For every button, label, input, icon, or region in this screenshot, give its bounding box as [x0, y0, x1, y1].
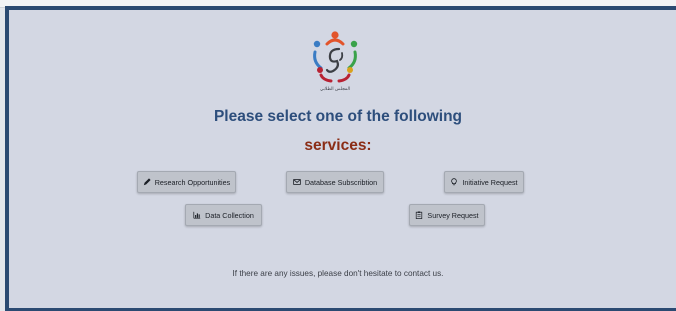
logo-caption: المجلس الطلابي: [320, 87, 350, 92]
envelope-icon: [293, 179, 301, 185]
survey-request-button[interactable]: Survey Request: [409, 204, 485, 226]
data-collection-label: Data Collection: [205, 210, 254, 220]
contact-notice: If there are any issues, please don't he…: [232, 269, 444, 278]
data-collection-button[interactable]: Data Collection: [185, 204, 262, 226]
database-subscription-label: Database Subscribtion: [304, 177, 378, 187]
bar-chart-icon: [193, 211, 201, 219]
survey-request-label: Survey Request: [427, 210, 479, 220]
initiative-request-label: Initiative Request: [462, 177, 518, 187]
research-opportunities-button[interactable]: Research Opportunities: [137, 171, 236, 193]
lightbulb-icon: [451, 178, 458, 186]
page-title: Please select one of the following: [213, 108, 463, 125]
initiative-request-button[interactable]: Initiative Request: [444, 171, 524, 193]
clipboard-icon: [416, 211, 423, 219]
database-subscription-button[interactable]: Database Subscribtion: [286, 171, 384, 193]
research-opportunities-label: Research Opportunities: [154, 177, 231, 187]
pencil-icon: [143, 178, 151, 186]
student-council-logo: المجلس الطلابي: [313, 31, 358, 92]
page-subtitle: services:: [304, 137, 372, 154]
